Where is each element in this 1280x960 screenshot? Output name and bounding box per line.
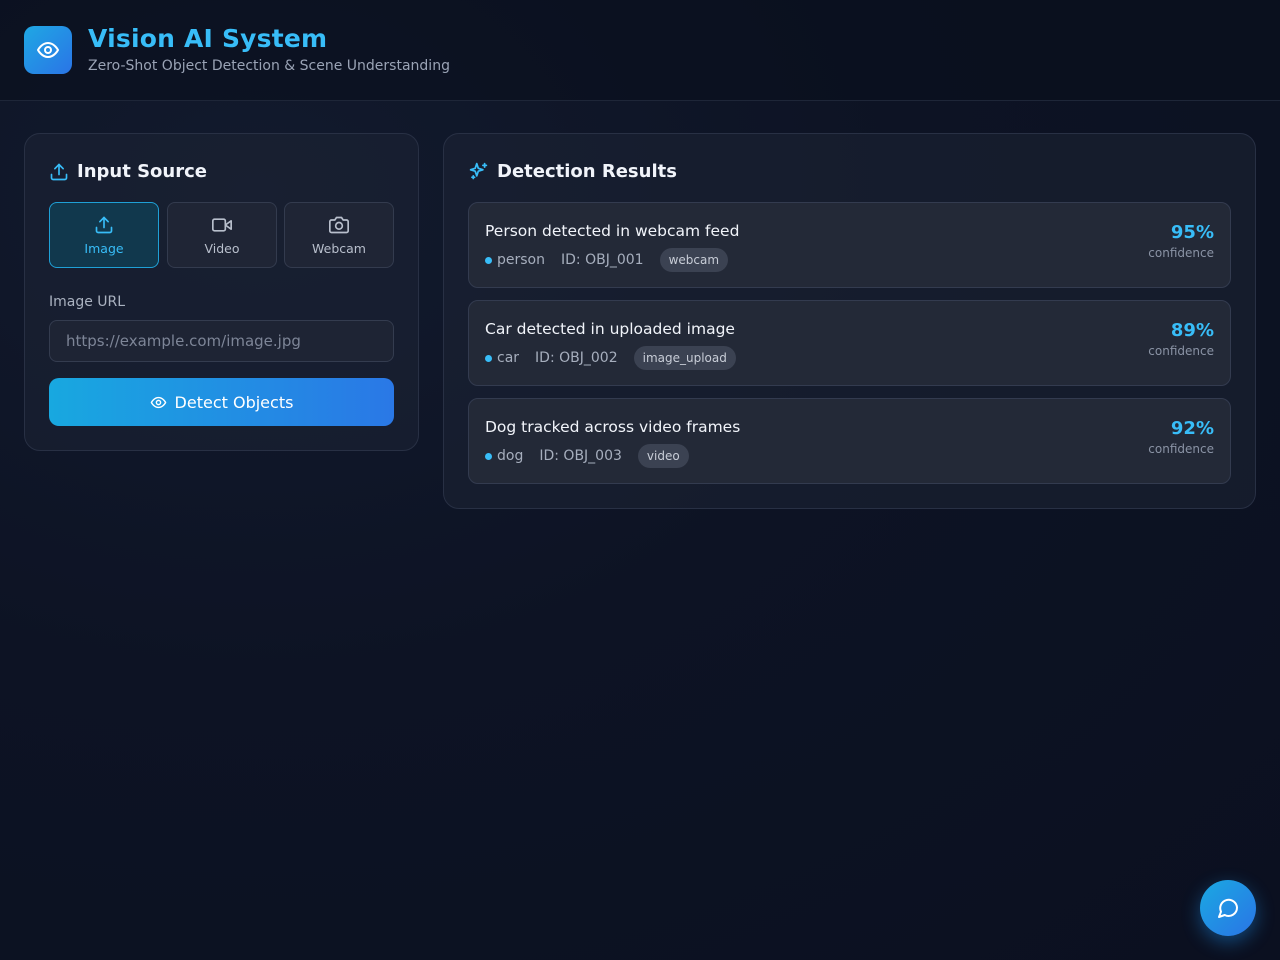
input-source-panel: Input Source Image Video Webcam Image UR… (24, 133, 419, 451)
result-source-tag: video (637, 444, 689, 468)
detection-results-heading: Detection Results (468, 161, 677, 182)
detect-objects-label: Detect Objects (174, 392, 294, 412)
result-label: person (497, 252, 545, 268)
source-image-label: Image (84, 240, 124, 256)
result-object-id: ID: OBJ_002 (535, 350, 618, 366)
upload-icon (95, 216, 113, 233)
detect-objects-button[interactable]: Detect Objects (49, 378, 394, 426)
detection-results-panel: Detection Results Person detected in web… (443, 133, 1256, 509)
chat-bubble-icon (1218, 898, 1239, 918)
confidence-value: 89% (1170, 320, 1214, 341)
result-confidence: 89% confidence (1148, 320, 1214, 358)
result-card[interactable]: Person detected in webcam feed person ID… (468, 202, 1231, 288)
result-source-tag: image_upload (633, 346, 736, 370)
label-dot (485, 452, 492, 460)
source-webcam-button[interactable]: Webcam (284, 202, 394, 268)
camera-icon (329, 216, 349, 233)
result-meta: person ID: OBJ_001 webcam (485, 248, 729, 272)
result-confidence: 95% confidence (1148, 222, 1214, 260)
confidence-label: confidence (1148, 442, 1214, 456)
source-video-label: Video (204, 240, 240, 256)
result-source-tag: webcam (659, 248, 729, 272)
chat-button[interactable] (1200, 880, 1256, 936)
image-url-input[interactable] (49, 320, 394, 362)
app-logo (24, 26, 72, 74)
result-title: Car detected in uploaded image (485, 320, 735, 338)
eye-icon (150, 396, 166, 408)
result-card[interactable]: Car detected in uploaded image car ID: O… (468, 300, 1231, 386)
result-meta: dog ID: OBJ_003 video (485, 444, 689, 468)
input-source-heading: Input Source (49, 161, 207, 182)
video-camera-icon (212, 217, 232, 232)
result-object-id: ID: OBJ_001 (561, 252, 644, 268)
confidence-value: 92% (1170, 418, 1214, 439)
confidence-label: confidence (1148, 246, 1214, 260)
result-label: car (497, 350, 520, 366)
result-label: dog (497, 448, 524, 464)
source-image-button[interactable]: Image (49, 202, 159, 268)
confidence-value: 95% (1170, 222, 1214, 243)
upload-icon (50, 163, 68, 180)
result-object-id: ID: OBJ_003 (539, 448, 622, 464)
result-card[interactable]: Dog tracked across video frames dog ID: … (468, 398, 1231, 484)
result-title: Dog tracked across video frames (485, 418, 741, 436)
app-title: Vision AI System (88, 24, 328, 53)
input-source-title: Input Source (77, 161, 207, 182)
image-url-label: Image URL (49, 294, 126, 310)
eye-icon (37, 42, 59, 58)
source-webcam-label: Webcam (312, 240, 366, 256)
detection-results-title: Detection Results (497, 161, 677, 182)
app-subtitle: Zero-Shot Object Detection & Scene Under… (88, 58, 450, 74)
result-meta: car ID: OBJ_002 image_upload (485, 346, 736, 370)
result-confidence: 92% confidence (1148, 418, 1214, 456)
app-header: Vision AI System Zero-Shot Object Detect… (0, 0, 1280, 101)
result-title: Person detected in webcam feed (485, 222, 740, 240)
sparkles-icon (469, 162, 488, 180)
label-dot (485, 256, 492, 264)
source-video-button[interactable]: Video (167, 202, 277, 268)
label-dot (485, 354, 492, 362)
confidence-label: confidence (1148, 344, 1214, 358)
